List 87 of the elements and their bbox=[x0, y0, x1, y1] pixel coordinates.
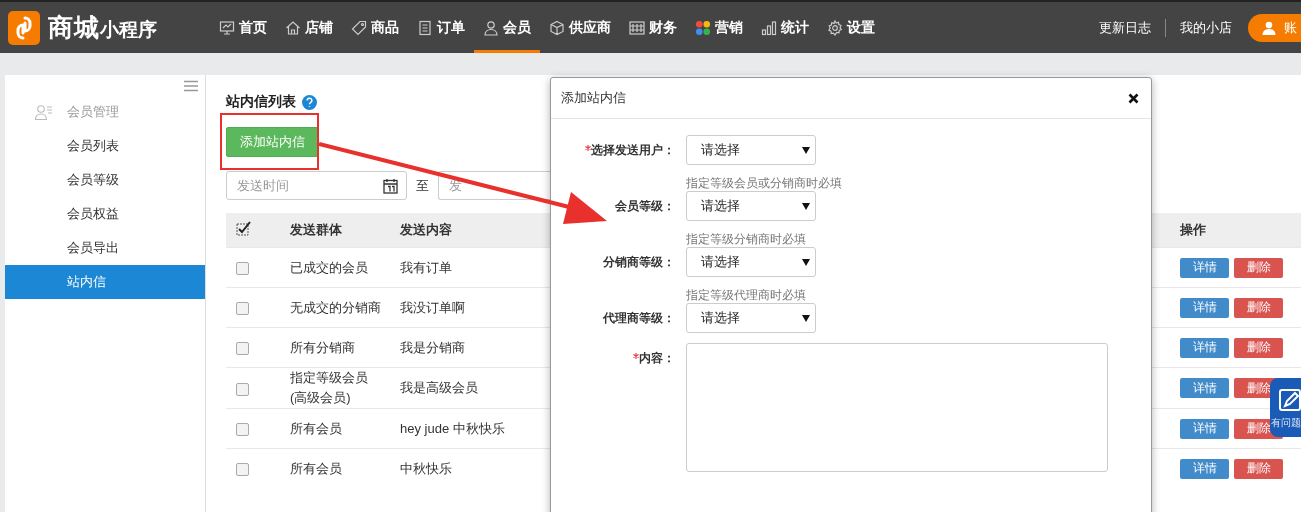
sidebar-item[interactable]: 会员等级 bbox=[5, 163, 205, 197]
details-button[interactable]: 详情 bbox=[1180, 418, 1229, 439]
pen-icon bbox=[1278, 388, 1301, 412]
help-icon[interactable] bbox=[302, 94, 317, 110]
nav-tab[interactable]: 首页 bbox=[210, 2, 276, 53]
header-link[interactable]: 我的小店 bbox=[1166, 18, 1246, 37]
logo-text: 商城 bbox=[48, 13, 100, 41]
table-cell: 所有分销商 bbox=[280, 327, 390, 368]
nav-tab[interactable]: 财务 bbox=[620, 2, 686, 53]
nav-tab[interactable]: 营销 bbox=[686, 2, 752, 53]
required-icon bbox=[633, 353, 639, 359]
field-label: 会员等级： bbox=[615, 198, 675, 215]
sidebar-item[interactable]: 站内信 bbox=[5, 265, 205, 299]
logo-subtext: 小程序 bbox=[100, 19, 157, 40]
details-button[interactable]: 详情 bbox=[1180, 458, 1229, 479]
row-checkbox[interactable] bbox=[236, 342, 249, 356]
select-field[interactable]: 请选择 bbox=[686, 191, 816, 221]
select-field[interactable]: 请选择 bbox=[686, 135, 816, 165]
cube-icon bbox=[549, 19, 565, 36]
field-hint: 指定等级会员或分销商时必填 bbox=[686, 177, 842, 190]
presentation-icon bbox=[219, 19, 235, 36]
select-field[interactable]: 请选择 bbox=[686, 247, 816, 277]
gear-icon bbox=[827, 19, 843, 36]
dialog-title: 添加站内信 bbox=[561, 89, 626, 107]
user-icon bbox=[1262, 20, 1276, 35]
field-hint: 指定等级分销商时必填 bbox=[686, 233, 806, 246]
nav-tab[interactable]: 统计 bbox=[752, 2, 818, 53]
table-cell: 无成交的分销商 bbox=[280, 287, 390, 328]
person-icon bbox=[483, 19, 499, 36]
content-textarea[interactable] bbox=[686, 343, 1108, 472]
calendar-icon[interactable] bbox=[383, 178, 398, 194]
page-title: 站内信列表 bbox=[226, 93, 296, 111]
nav-tab[interactable]: 店铺 bbox=[276, 2, 342, 53]
abacus-icon bbox=[629, 19, 645, 36]
delete-button[interactable]: 删除 bbox=[1234, 257, 1283, 278]
range-separator: 至 bbox=[416, 176, 429, 195]
field-label: 分销商等级： bbox=[603, 254, 675, 271]
field-hint: 指定等级代理商时必填 bbox=[686, 289, 806, 302]
petals-icon bbox=[695, 19, 711, 36]
select-field[interactable]: 请选择 bbox=[686, 303, 816, 333]
table-cell: 已成交的会员 bbox=[280, 247, 390, 288]
bar-chart-icon bbox=[761, 19, 777, 36]
logo-icon bbox=[8, 10, 40, 45]
row-checkbox[interactable] bbox=[236, 382, 249, 396]
nav-tab[interactable]: 商品 bbox=[342, 2, 408, 53]
nav-tab[interactable]: 会员 bbox=[474, 2, 540, 53]
feedback-tooltip[interactable]: 有问题 bbox=[1270, 378, 1301, 437]
table-cell: 所有会员 bbox=[280, 408, 390, 449]
table-cell: 所有会员 bbox=[280, 448, 390, 488]
required-icon bbox=[585, 145, 591, 151]
sidebar-item[interactable]: 会员导出 bbox=[5, 231, 205, 265]
nav-tab[interactable]: 设置 bbox=[818, 2, 884, 53]
column-header: 发送群体 bbox=[280, 213, 390, 248]
nav-tab[interactable]: 供应商 bbox=[540, 2, 620, 53]
details-button[interactable]: 详情 bbox=[1180, 378, 1229, 398]
row-checkbox[interactable] bbox=[236, 463, 249, 477]
close-icon[interactable] bbox=[1128, 92, 1139, 104]
delete-button[interactable]: 删除 bbox=[1234, 337, 1283, 358]
sidebar-item[interactable]: 会员权益 bbox=[5, 197, 205, 231]
row-checkbox[interactable] bbox=[236, 262, 249, 276]
field-label: 代理商等级： bbox=[603, 310, 675, 327]
details-button[interactable]: 详情 bbox=[1180, 297, 1229, 318]
sidebar-item[interactable]: 会员列表 bbox=[5, 129, 205, 163]
details-button[interactable]: 详情 bbox=[1180, 337, 1229, 358]
column-header: 操作 bbox=[1170, 213, 1301, 248]
table-cell: 指定等级会员 (高级会员) bbox=[280, 367, 390, 409]
details-button[interactable]: 详情 bbox=[1180, 257, 1229, 278]
sidebar-section-title: 会员管理 bbox=[67, 103, 119, 121]
caret-icon bbox=[802, 146, 810, 154]
caret-icon bbox=[802, 202, 810, 210]
nav-tab[interactable]: 订单 bbox=[408, 2, 474, 53]
header-link[interactable]: 更新日志 bbox=[1085, 18, 1165, 37]
caret-icon bbox=[802, 314, 810, 322]
row-checkbox[interactable] bbox=[236, 302, 249, 316]
menu-icon[interactable] bbox=[184, 80, 198, 92]
document-icon bbox=[417, 19, 433, 36]
delete-button[interactable]: 删除 bbox=[1234, 458, 1283, 479]
row-checkbox[interactable] bbox=[236, 423, 249, 437]
field-label: 选择发送用户： bbox=[591, 142, 675, 159]
delete-button[interactable]: 删除 bbox=[1234, 297, 1283, 318]
caret-icon bbox=[802, 258, 810, 266]
date-field[interactable]: 发送时间 bbox=[226, 171, 407, 200]
field-label: 内容： bbox=[639, 350, 675, 367]
member-list-icon bbox=[35, 104, 53, 120]
select-all-checkbox[interactable] bbox=[236, 220, 252, 237]
tag-icon bbox=[351, 19, 367, 36]
house-icon bbox=[285, 19, 301, 36]
